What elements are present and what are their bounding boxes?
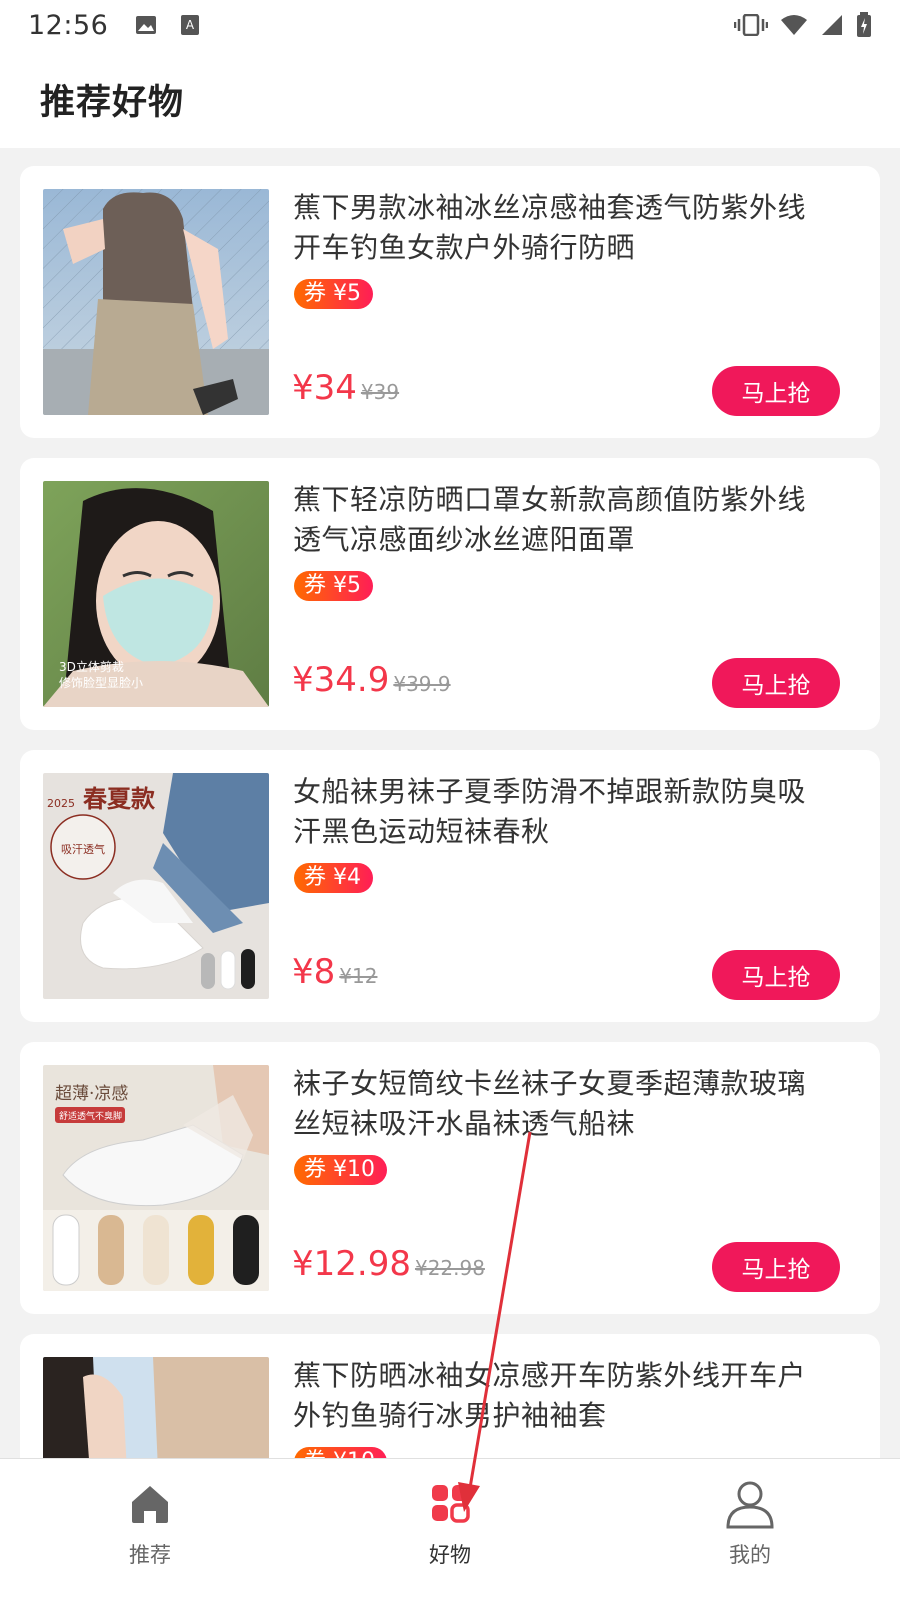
product-card[interactable]: 蕉下男款冰袖冰丝凉感袖套透气防紫外线开车钓鱼女款户外骑行防晒 券 ¥5 ¥34 … xyxy=(20,166,880,438)
svg-text:A: A xyxy=(186,18,195,32)
nav-item-recommend[interactable]: 推荐 xyxy=(0,1459,300,1600)
page-title: 推荐好物 xyxy=(40,82,185,123)
arm-sleeve-photo xyxy=(43,189,269,415)
buy-now-button[interactable]: 马上抢 xyxy=(712,1242,840,1292)
crystal-socks-photo: 超薄·凉感 舒适透气不臭脚 xyxy=(43,1065,269,1291)
person-icon xyxy=(726,1481,774,1529)
signal-icon xyxy=(822,15,842,35)
bottom-nav: 推荐 好物 我的 xyxy=(0,1458,900,1600)
status-bar: 12:56 A xyxy=(0,0,900,50)
image-caption: 3D立体剪裁 xyxy=(59,659,124,674)
nav-label: 推荐 xyxy=(129,1543,171,1567)
product-card[interactable]: 2025 春夏款 吸汗透气 女船袜男袜子夏季防滑不掉跟新款防臭吸汗黑色运动短袜春… xyxy=(20,750,880,1022)
vibrate-icon xyxy=(734,14,768,36)
original-price: ¥39.9 xyxy=(393,672,451,696)
product-title[interactable]: 袜子女短筒纹卡丝袜子女夏季超薄款玻璃丝短袜吸汗水晶袜透气船袜 xyxy=(293,1064,828,1144)
boat-socks-photo: 2025 春夏款 吸汗透气 xyxy=(43,773,269,999)
coupon-badge: 券 ¥4 xyxy=(294,863,373,893)
current-price: ¥8 xyxy=(292,952,336,992)
buy-now-button[interactable]: 马上抢 xyxy=(712,658,840,708)
image-caption: 修饰脸型显脸小 xyxy=(59,675,143,690)
coupon-badge: 券 ¥5 xyxy=(294,279,373,309)
grid-icon xyxy=(432,1485,470,1523)
current-price: ¥12.98 xyxy=(292,1244,411,1284)
nav-item-mine[interactable]: 我的 xyxy=(600,1459,900,1600)
product-card[interactable]: 超薄·凉感 舒适透气不臭脚 袜子女短筒纹卡丝袜子女夏季超薄款玻璃丝短袜吸汗水晶袜… xyxy=(20,1042,880,1314)
original-price: ¥12 xyxy=(339,964,378,988)
product-card[interactable]: 3D立体剪裁 修饰脸型显脸小 蕉下轻凉防晒口罩女新款高颜值防紫外线透气凉感面纱冰… xyxy=(20,458,880,730)
original-price: ¥39 xyxy=(360,380,400,404)
image-caption: 超薄·凉感 xyxy=(55,1084,128,1104)
buy-now-button[interactable]: 马上抢 xyxy=(712,950,840,1000)
product-image[interactable]: 2025 春夏款 吸汗透气 xyxy=(43,773,269,999)
product-title[interactable]: 蕉下男款冰袖冰丝凉感袖套透气防紫外线开车钓鱼女款户外骑行防晒 xyxy=(293,188,828,268)
product-title[interactable]: 女船袜男袜子夏季防滑不掉跟新款防臭吸汗黑色运动短袜春秋 xyxy=(293,772,828,852)
price-row: ¥8 ¥12 xyxy=(292,952,377,992)
image-caption: 2025 xyxy=(47,797,75,810)
current-price: ¥34.9 xyxy=(292,660,390,700)
product-image[interactable] xyxy=(43,189,269,415)
coupon-badge: 券 ¥5 xyxy=(294,571,373,601)
coupon-badge: 券 ¥10 xyxy=(294,1155,387,1185)
buy-now-button[interactable]: 马上抢 xyxy=(712,366,840,416)
original-price: ¥22.98 xyxy=(414,1256,485,1280)
home-icon xyxy=(132,1486,168,1523)
price-row: ¥34 ¥39 xyxy=(292,368,399,408)
status-time: 12:56 xyxy=(28,9,109,41)
image-caption: 舒适透气不臭脚 xyxy=(59,1110,122,1122)
price-row: ¥12.98 ¥22.98 xyxy=(292,1244,485,1284)
product-image[interactable]: 3D立体剪裁 修饰脸型显脸小 xyxy=(43,481,269,707)
product-title[interactable]: 蕉下防晒冰袖女凉感开车防紫外线开车户外钓鱼骑行冰男护袖袖套 xyxy=(293,1356,828,1436)
image-icon xyxy=(136,16,157,34)
nav-item-goods[interactable]: 好物 xyxy=(300,1459,600,1600)
current-price: ¥34 xyxy=(292,368,357,408)
price-row: ¥34.9 ¥39.9 xyxy=(292,660,451,700)
text-a-icon: A xyxy=(181,15,200,35)
product-title[interactable]: 蕉下轻凉防晒口罩女新款高颜值防紫外线透气凉感面纱冰丝遮阳面罩 xyxy=(293,480,828,560)
nav-label: 我的 xyxy=(729,1543,771,1567)
wifi-icon xyxy=(781,15,807,35)
battery-icon xyxy=(857,12,871,37)
image-caption: 吸汗透气 xyxy=(61,842,105,856)
product-image[interactable]: 超薄·凉感 舒适透气不臭脚 xyxy=(43,1065,269,1291)
nav-label: 好物 xyxy=(429,1543,471,1567)
face-mask-photo: 3D立体剪裁 修饰脸型显脸小 xyxy=(43,481,269,707)
product-list[interactable]: 蕉下男款冰袖冰丝凉感袖套透气防紫外线开车钓鱼女款户外骑行防晒 券 ¥5 ¥34 … xyxy=(0,148,900,1488)
app-bar: 推荐好物 xyxy=(0,50,900,148)
image-caption: 春夏款 xyxy=(83,784,156,813)
